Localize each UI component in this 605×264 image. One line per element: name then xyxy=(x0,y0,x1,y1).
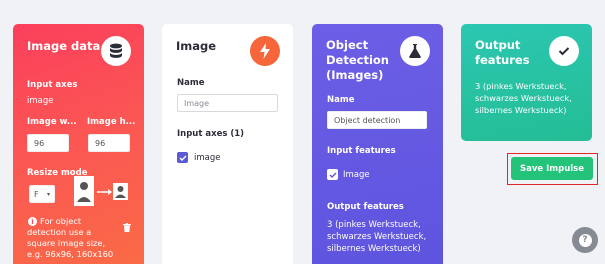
name-label: Name xyxy=(327,95,355,105)
card-title-line2: features xyxy=(475,53,530,67)
card-title-line1: Output xyxy=(475,38,521,52)
image-height-input[interactable]: 96 xyxy=(88,134,130,152)
output-features-line1: 3 (pinkes Werkstueck, xyxy=(327,220,421,230)
card-title-line3: (Images) xyxy=(326,68,384,82)
output-features-line1: 3 (pinkes Werkstueck, xyxy=(475,81,567,91)
image-feature-label: Image xyxy=(343,170,370,180)
flask-icon xyxy=(400,36,430,66)
save-impulse-button[interactable]: Save Impulse xyxy=(511,157,593,180)
card-title: Image data xyxy=(27,39,101,53)
image-height-label: Image h... xyxy=(87,117,136,127)
save-button-highlight: Save Impulse xyxy=(507,153,598,185)
resize-mode-value: F xyxy=(34,189,39,199)
image-axis-label: image xyxy=(194,153,221,163)
card-title-line2: Detection xyxy=(326,53,389,67)
output-features-line2: schwarzes Werkstueck, xyxy=(475,93,572,103)
resize-illustration-icon xyxy=(74,176,134,206)
trash-icon[interactable] xyxy=(123,217,131,236)
resize-mode-select[interactable]: F ▾ xyxy=(29,185,55,203)
checkmark-icon xyxy=(549,36,579,66)
lightning-icon xyxy=(250,36,280,66)
name-input[interactable]: Object detection xyxy=(327,111,427,129)
help-icon[interactable]: ? xyxy=(572,227,598,253)
chevron-down-icon: ▾ xyxy=(46,190,50,198)
image-data-card: Image data Input axes image Image w... I… xyxy=(13,24,144,264)
card-title-line1: Object xyxy=(326,38,369,52)
output-features-line3: silbernes Werkstueck) xyxy=(475,105,567,115)
name-label: Name xyxy=(177,78,205,88)
image-width-label: Image w... xyxy=(27,117,77,127)
input-axes-label: Input axes (1) xyxy=(177,129,245,139)
input-axes-label: Input axes xyxy=(27,80,78,90)
output-features-line2: schwarzes Werkstueck, xyxy=(327,232,427,242)
output-features-line3: silbernes Werkstueck) xyxy=(327,244,421,254)
object-detection-note: For object detection use a square image … xyxy=(27,216,114,259)
name-input[interactable]: Image xyxy=(177,94,278,112)
object-detection-card: Object Detection (Images) Name Object de… xyxy=(312,24,443,264)
image-width-input[interactable]: 96 xyxy=(27,134,69,152)
input-features-label: Input features xyxy=(327,146,396,156)
image-feature-checkbox[interactable] xyxy=(327,169,338,180)
database-icon xyxy=(101,36,131,66)
image-axis-checkbox[interactable] xyxy=(177,152,188,163)
image-block-card: Image Name Image Input axes (1) image xyxy=(162,24,293,264)
output-features-card: Output features 3 (pinkes Werkstueck, sc… xyxy=(461,24,592,141)
output-features-label: Output features xyxy=(327,202,404,212)
input-axes-value: image xyxy=(27,96,54,106)
card-title: Image xyxy=(176,39,217,53)
